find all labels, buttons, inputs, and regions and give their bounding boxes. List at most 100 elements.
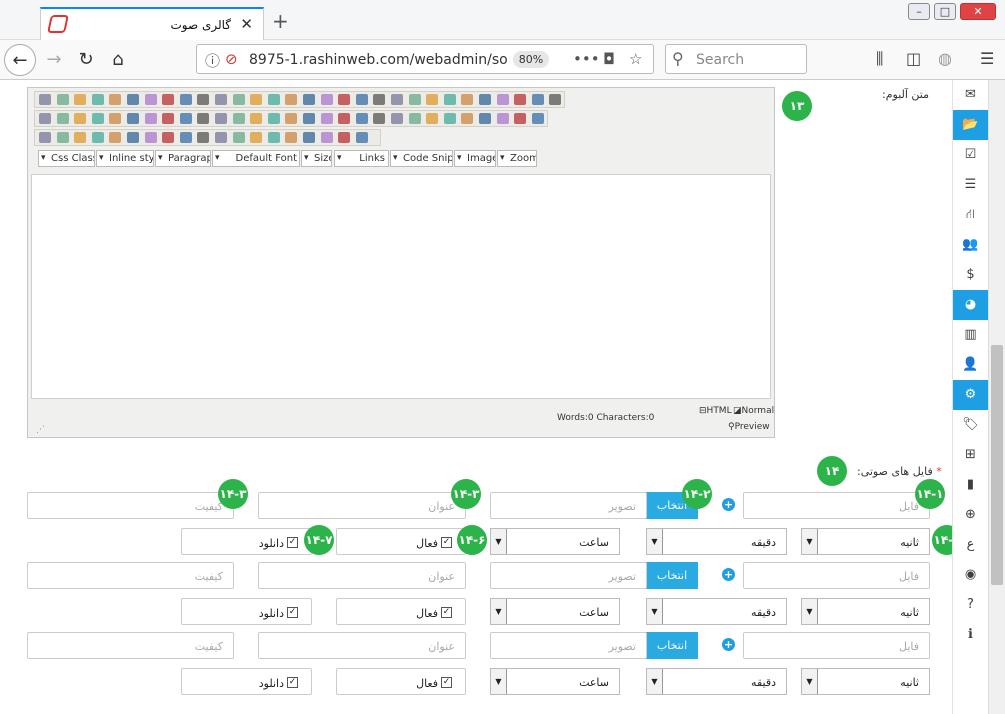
editor-tool-button-icon[interactable]: [232, 132, 245, 143]
editor-tool-button-icon[interactable]: [373, 94, 386, 105]
audio-quality-input[interactable]: کیفیت: [27, 492, 234, 519]
editor-tool-button-icon[interactable]: [74, 113, 87, 124]
editor-tool-button-icon[interactable]: [91, 113, 104, 124]
code-snippet-dropdown[interactable]: Code Snippet: [390, 150, 453, 167]
editor-tool-button-icon[interactable]: [303, 113, 315, 124]
editor-tool-button-icon[interactable]: [320, 113, 333, 124]
editor-tool-button-icon[interactable]: [91, 94, 104, 105]
editor-tool-button-icon[interactable]: [39, 132, 51, 143]
editor-tool-button-icon[interactable]: [285, 94, 298, 105]
audio-title-input[interactable]: عنوان: [258, 632, 466, 659]
editor-tool-button-icon[interactable]: [285, 132, 298, 143]
active-checkbox[interactable]: ✓: [441, 677, 452, 688]
duration-hours-select[interactable]: ▼ ساعت: [490, 668, 620, 695]
editor-tool-button-icon[interactable]: [197, 132, 210, 143]
editor-tool-button-icon[interactable]: [338, 94, 351, 105]
tags-icon[interactable]: 🏷: [953, 410, 988, 440]
editor-tool-button-icon[interactable]: [232, 94, 245, 105]
audio-file-input[interactable]: فایل: [743, 562, 930, 589]
editor-tool-button-icon[interactable]: [443, 94, 456, 105]
duration-minutes-select[interactable]: ▼ دقیقه: [646, 668, 787, 695]
editor-tool-button-icon[interactable]: [355, 94, 368, 105]
user-icon[interactable]: 👤: [953, 350, 988, 380]
editor-tool-button-icon[interactable]: [215, 94, 227, 105]
globe-extension-icon[interactable]: ◍: [938, 49, 952, 68]
window-minimize-button[interactable]: –: [908, 3, 930, 20]
editor-tool-button-icon[interactable]: [232, 113, 245, 124]
resize-handle-icon[interactable]: ⋰: [36, 425, 45, 435]
back-button[interactable]: ←: [4, 44, 36, 76]
editor-tool-button-icon[interactable]: [285, 113, 298, 124]
editor-tool-button-icon[interactable]: [373, 113, 386, 124]
editor-tool-button-icon[interactable]: [162, 94, 175, 105]
editor-tool-button-icon[interactable]: [303, 132, 315, 143]
zoom-level[interactable]: 80%: [513, 51, 549, 68]
editor-tool-button-icon[interactable]: [250, 132, 263, 143]
editor-tool-button-icon[interactable]: [250, 113, 263, 124]
editor-tool-button-icon[interactable]: [109, 132, 122, 143]
editor-tool-button-icon[interactable]: [56, 94, 69, 105]
zoom-in-icon[interactable]: ⊕: [953, 500, 988, 530]
road-icon[interactable]: ⛙: [953, 200, 988, 230]
select-file-button[interactable]: انتخاب: [646, 632, 698, 659]
page-scrollbar[interactable]: [988, 80, 1005, 714]
new-tab-button[interactable]: +: [272, 9, 289, 33]
add-file-plus-icon[interactable]: +: [722, 498, 735, 511]
css-class-dropdown[interactable]: Css Class: [38, 150, 95, 167]
editor-tool-button-icon[interactable]: [74, 132, 87, 143]
audio-image-input[interactable]: تصویر: [490, 632, 647, 659]
editor-tool-button-icon[interactable]: [56, 113, 69, 124]
audio-title-input[interactable]: عنوان: [258, 492, 466, 519]
editor-tool-button-icon[interactable]: [179, 94, 192, 105]
url-text[interactable]: 8975-1.rashinweb.com/webadmin/so: [249, 52, 508, 68]
zoom-dropdown[interactable]: Zoom: [497, 150, 537, 167]
reload-button[interactable]: ↻: [70, 44, 102, 76]
editor-tool-button-icon[interactable]: [215, 132, 227, 143]
audio-file-input[interactable]: فایل: [743, 632, 930, 659]
url-bar[interactable]: ⓘ ⊘ 8975-1.rashinweb.com/webadmin/so 80%…: [196, 44, 654, 74]
bookmark-star-icon[interactable]: ☆: [629, 50, 642, 68]
editor-tool-button-icon[interactable]: [144, 132, 157, 143]
select-file-button[interactable]: انتخاب: [646, 562, 698, 589]
download-checkbox[interactable]: ✓: [287, 607, 298, 618]
file-icon[interactable]: ▮: [953, 470, 988, 500]
editor-tool-button-icon[interactable]: [267, 113, 280, 124]
info-icon[interactable]: ⓘ: [205, 50, 220, 71]
list-icon[interactable]: ☰: [953, 170, 988, 200]
editor-tool-button-icon[interactable]: [197, 113, 210, 124]
editor-tool-button-icon[interactable]: [549, 94, 562, 105]
editor-tool-button-icon[interactable]: [267, 94, 280, 105]
active-checkbox[interactable]: ✓: [441, 607, 452, 618]
editor-tool-button-icon[interactable]: [162, 132, 175, 143]
editor-tool-button-icon[interactable]: [531, 94, 544, 105]
editor-tool-button-icon[interactable]: [391, 94, 403, 105]
scrollbar-thumb[interactable]: [991, 345, 1003, 585]
duration-minutes-select[interactable]: ▼ دقیقه: [646, 598, 787, 625]
pie-chart-icon[interactable]: ◕: [953, 290, 988, 320]
duration-seconds-select[interactable]: ▼ ثانیه: [801, 528, 930, 555]
inline-style-dropdown[interactable]: Inline style: [96, 150, 154, 167]
editor-tool-button-icon[interactable]: [443, 113, 456, 124]
bar-chart-icon[interactable]: ▥: [953, 320, 988, 350]
editor-tool-button-icon[interactable]: [461, 113, 474, 124]
audio-title-input[interactable]: عنوان: [258, 562, 466, 589]
windows-icon[interactable]: ⊞: [953, 440, 988, 470]
editor-tool-button-icon[interactable]: [338, 132, 351, 143]
home-button[interactable]: ⌂: [102, 44, 134, 76]
editor-tool-button-icon[interactable]: [74, 94, 87, 105]
audio-quality-input[interactable]: کیفیت: [27, 562, 234, 589]
editor-tool-button-icon[interactable]: [39, 113, 51, 124]
duration-hours-select[interactable]: ▼ ساعت: [490, 598, 620, 625]
forward-button[interactable]: →: [38, 44, 70, 76]
add-file-plus-icon[interactable]: +: [722, 568, 735, 581]
dollar-icon[interactable]: $: [953, 260, 988, 290]
editor-tool-button-icon[interactable]: [531, 113, 544, 124]
editor-tool-button-icon[interactable]: [355, 113, 368, 124]
editor-tool-button-icon[interactable]: [338, 113, 351, 124]
window-maximize-button[interactable]: □: [934, 3, 956, 20]
font-dropdown[interactable]: Default Font: [212, 150, 300, 167]
audio-image-input[interactable]: تصویر: [490, 492, 647, 519]
normal-mode-tab[interactable]: ◪Normal: [733, 406, 774, 416]
editor-tool-button-icon[interactable]: [496, 94, 509, 105]
editor-tool-button-icon[interactable]: [426, 113, 439, 124]
